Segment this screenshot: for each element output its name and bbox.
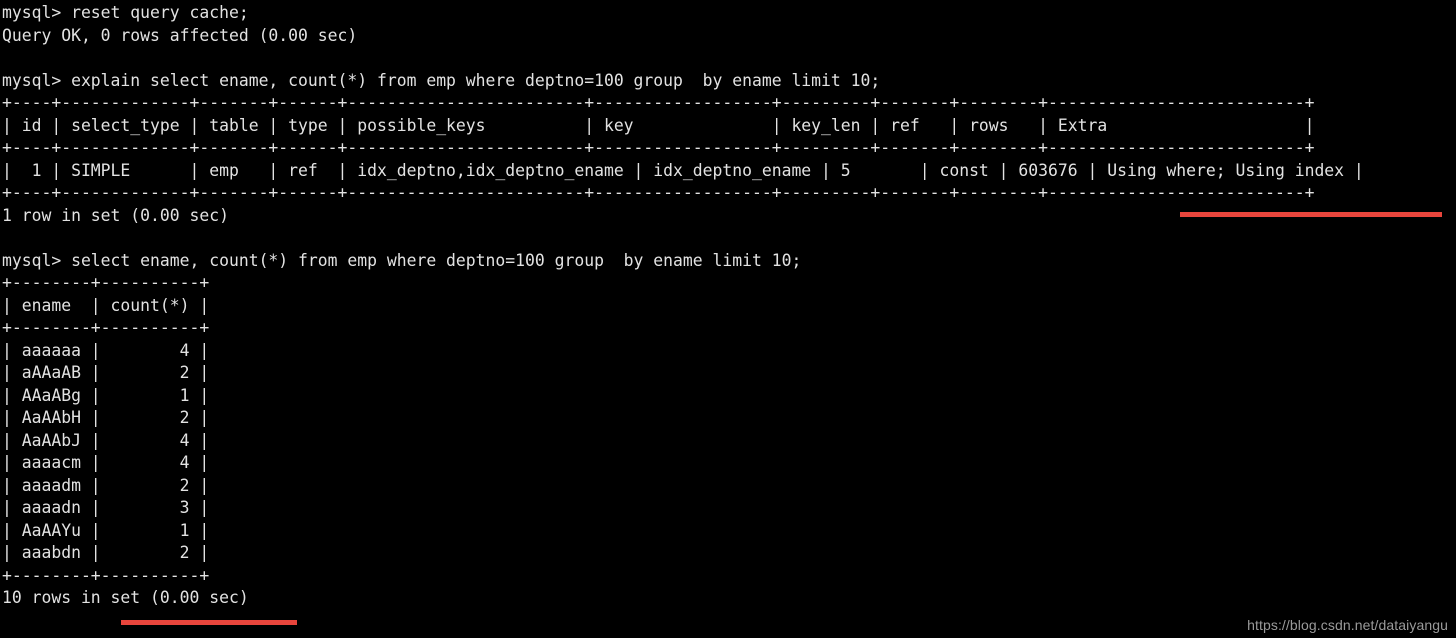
watermark-url: https://blog.csdn.net/dataiyangu <box>1247 617 1448 633</box>
terminal-line: | aaaadm | 2 | <box>2 475 210 495</box>
terminal-line: +--------+----------+ <box>2 318 210 337</box>
terminal-line: | 1 | SIMPLE | emp | ref | idx_deptno,id… <box>2 160 1364 180</box>
terminal-line: +--------+----------+ <box>2 565 210 585</box>
terminal-line: | AaAAYu | 1 | <box>2 520 210 540</box>
terminal-line: Query OK, 0 rows affected (0.00 sec) <box>2 25 358 45</box>
terminal-line: | AAaABg | 1 | <box>2 385 210 405</box>
terminal-line: mysql> explain select ename, count(*) fr… <box>2 70 881 90</box>
terminal-line: mysql> select ename, count(*) from emp w… <box>2 250 802 270</box>
terminal-line: +----+-------------+-------+------+-----… <box>2 138 1315 157</box>
extra-column-underline <box>1180 212 1442 217</box>
terminal-window[interactable]: mysql> reset query cache; Query OK, 0 ro… <box>0 0 1456 638</box>
terminal-line: | aaabdn | 2 | <box>2 543 210 562</box>
terminal-line: | aaaacm | 4 | <box>2 453 210 472</box>
terminal-line: | ename | count(*) | <box>2 295 210 315</box>
terminal-line: | aAAaAB | 2 | <box>2 363 210 382</box>
terminal-line: +----+-------------+-------+------+-----… <box>2 93 1315 112</box>
terminal-line: mysql> reset query cache; <box>2 3 249 22</box>
terminal-line: 10 rows in set (0.00 sec) <box>2 588 249 607</box>
terminal-line: | aaaadn | 3 | <box>2 498 210 517</box>
terminal-line: | AaAAbJ | 4 | <box>2 430 210 450</box>
terminal-line: | id | select_type | table | type | poss… <box>2 115 1315 135</box>
rows-in-set-underline <box>121 620 297 625</box>
terminal-line: | aaaaaa | 4 | <box>2 340 210 360</box>
terminal-line: +----+-------------+-------+------+-----… <box>2 183 1315 202</box>
terminal-output: mysql> reset query cache; Query OK, 0 ro… <box>2 2 1456 610</box>
terminal-line: | AaAAbH | 2 | <box>2 408 210 427</box>
terminal-line: +--------+----------+ <box>2 273 210 292</box>
